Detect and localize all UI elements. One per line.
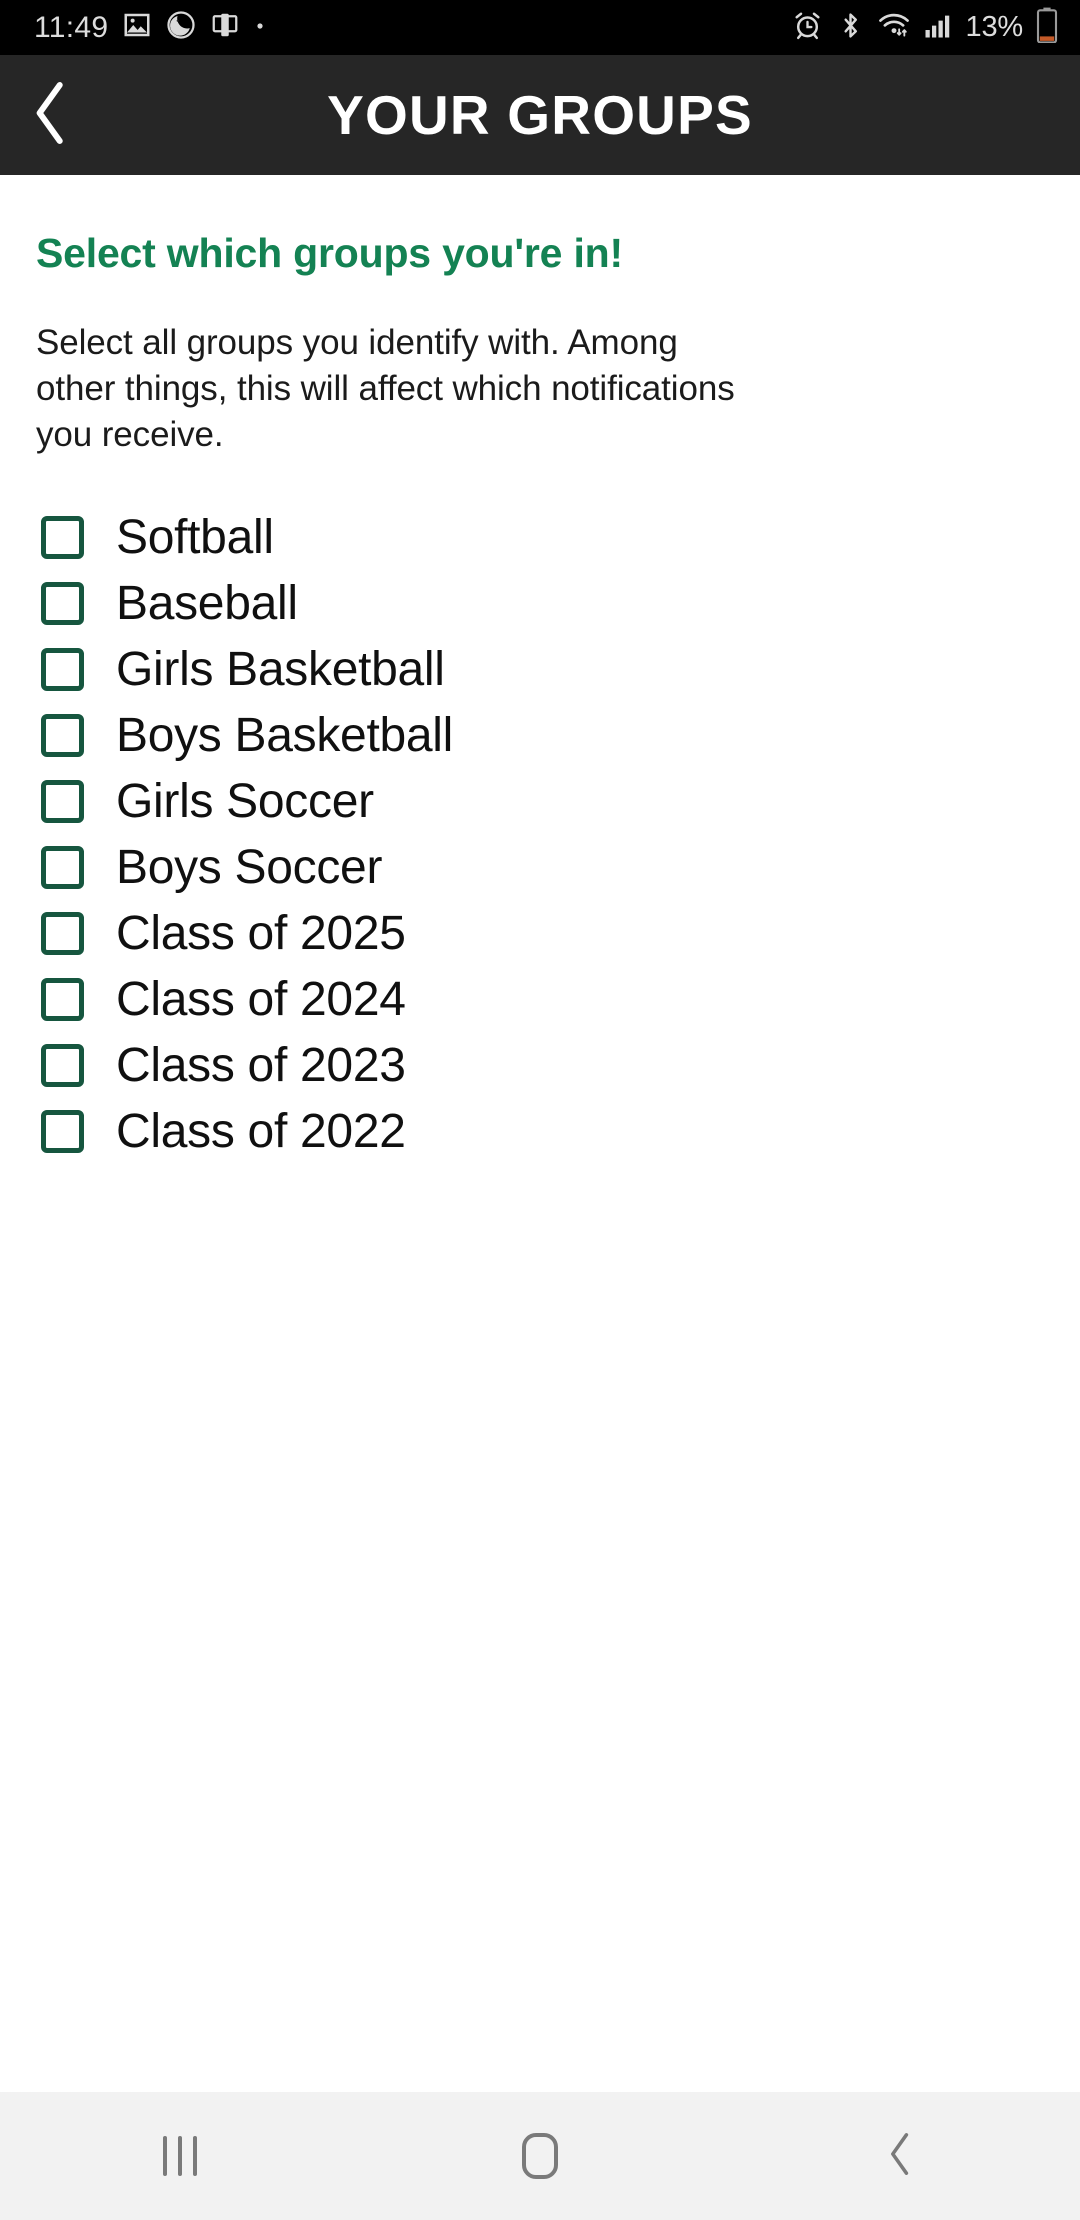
image-icon — [122, 10, 152, 45]
group-list-item[interactable]: Softball — [36, 505, 1044, 571]
group-list-item[interactable]: Class of 2023 — [36, 1033, 1044, 1099]
dot-icon — [254, 19, 266, 37]
group-label: Baseball — [116, 576, 298, 630]
nav-recents-button[interactable] — [105, 2092, 255, 2220]
group-label: Boys Basketball — [116, 708, 454, 762]
group-label: Class of 2023 — [116, 1038, 406, 1092]
chevron-left-icon — [885, 2130, 915, 2183]
status-bar-right: 13% — [792, 7, 1058, 48]
bluetooth-icon — [836, 11, 865, 45]
checkbox-unchecked-icon[interactable] — [41, 516, 84, 560]
checkbox-unchecked-icon[interactable] — [41, 846, 84, 890]
checkbox-unchecked-icon[interactable] — [41, 582, 84, 626]
checkbox-unchecked-icon[interactable] — [41, 648, 84, 692]
home-icon — [522, 2133, 558, 2179]
app-bar: YOUR GROUPS — [0, 55, 1080, 175]
checkbox-unchecked-icon[interactable] — [41, 1044, 84, 1088]
group-list-item[interactable]: Boys Basketball — [36, 703, 1044, 769]
checkbox-unchecked-icon[interactable] — [41, 714, 84, 758]
status-bar-left: 11:49 — [34, 10, 266, 45]
system-navigation-bar — [0, 2092, 1080, 2220]
group-label: Class of 2022 — [116, 1104, 406, 1158]
do-not-disturb-icon — [166, 10, 196, 45]
checkbox-unchecked-icon[interactable] — [41, 978, 84, 1022]
group-list-item[interactable]: Girls Soccer — [36, 769, 1044, 835]
alarm-icon — [792, 10, 823, 46]
checkbox-unchecked-icon[interactable] — [41, 780, 84, 824]
group-label: Boys Soccer — [116, 840, 383, 894]
group-label: Class of 2025 — [116, 906, 406, 960]
group-label: Softball — [116, 510, 274, 564]
group-list-item[interactable]: Class of 2025 — [36, 901, 1044, 967]
checkbox-unchecked-icon[interactable] — [41, 912, 84, 956]
group-list-item[interactable]: Boys Soccer — [36, 835, 1044, 901]
screen-mirror-icon — [210, 10, 240, 45]
recents-icon — [163, 2136, 197, 2176]
status-clock: 11:49 — [34, 10, 109, 44]
group-label: Girls Basketball — [116, 642, 445, 696]
wifi-icon — [878, 10, 910, 45]
group-label: Girls Soccer — [116, 774, 374, 828]
group-list-item[interactable]: Girls Basketball — [36, 637, 1044, 703]
group-list-item[interactable]: Baseball — [36, 571, 1044, 637]
battery-percent-label: 13% — [965, 11, 1024, 43]
group-list-item[interactable]: Class of 2022 — [36, 1099, 1044, 1165]
nav-back-button[interactable] — [825, 2092, 975, 2220]
signal-icon — [923, 11, 953, 44]
checkbox-unchecked-icon[interactable] — [41, 1110, 84, 1154]
group-checkbox-list: Softball Baseball Girls Basketball Boys Bas… — [36, 505, 1044, 1165]
phone-screen: 11:49 13% YOUR GROUPS Select which group… — [0, 0, 1080, 2220]
page-title: YOUR GROUPS — [327, 83, 753, 146]
section-description: Select all groups you identify with. Amo… — [36, 323, 735, 455]
group-label: Class of 2024 — [116, 972, 406, 1026]
main-content: Select which groups you're in! Select al… — [0, 175, 1080, 2092]
group-list-item[interactable]: Class of 2024 — [36, 967, 1044, 1033]
status-bar: 11:49 13% — [0, 0, 1080, 55]
section-heading: Select which groups you're in! — [36, 230, 623, 276]
nav-home-button[interactable] — [465, 2092, 615, 2220]
battery-icon — [1036, 7, 1058, 48]
